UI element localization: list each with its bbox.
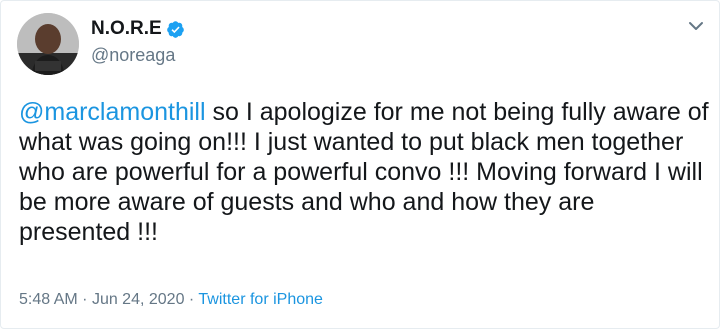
tweet-time[interactable]: 5:48 AM [19,291,78,308]
tweet-card: N.O.R.E @noreaga @marclamonthill so I ap… [0,0,720,329]
mention-link[interactable]: @marclamonthill [19,98,206,126]
tweet-date[interactable]: Jun 24, 2020 [92,291,185,308]
tweet-metadata: 5:48 AM · Jun 24, 2020 · Twitter for iPh… [19,291,323,309]
tweet-text: @marclamonthill so I apologize for me no… [19,97,709,247]
verified-badge-icon [166,20,185,39]
tweet-source-link[interactable]: Twitter for iPhone [198,291,323,308]
profile-photo [17,13,79,75]
chevron-down-icon[interactable] [687,17,705,35]
avatar[interactable] [17,13,79,75]
display-name[interactable]: N.O.R.E [91,18,162,40]
meta-separator: · [82,291,88,308]
user-handle[interactable]: @noreaga [91,45,175,66]
author-name-row[interactable]: N.O.R.E [91,18,185,40]
meta-separator: · [188,291,195,308]
